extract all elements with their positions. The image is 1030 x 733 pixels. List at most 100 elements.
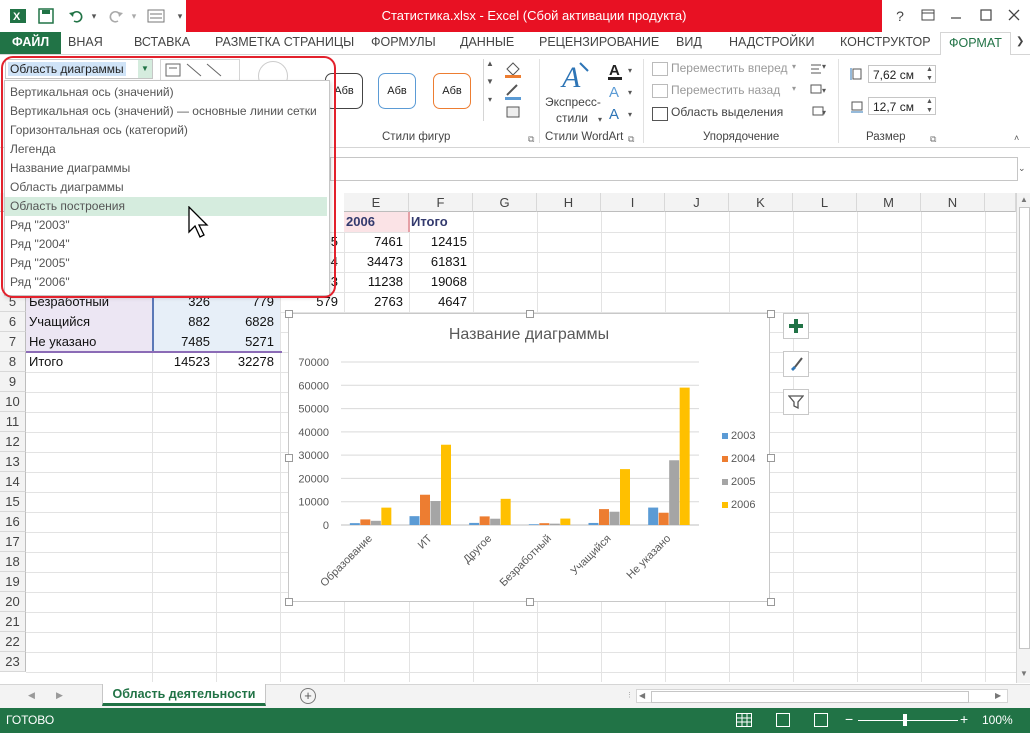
cell-value[interactable]: 6828 [216, 312, 280, 332]
column-header[interactable]: G [473, 193, 537, 212]
redo-dropdown-icon[interactable]: ▾ [124, 6, 144, 26]
vertical-scrollbar[interactable]: ▲ ▼ [1016, 193, 1030, 683]
resize-handle[interactable] [526, 598, 534, 606]
height-spinner-icon[interactable]: ▲ ▼ [926, 65, 933, 83]
column-header[interactable]: H [537, 193, 601, 212]
normal-view-icon[interactable] [736, 713, 752, 727]
formula-input[interactable] [330, 157, 1018, 181]
column-header[interactable]: I [601, 193, 665, 212]
row-header[interactable]: 19 [0, 572, 26, 592]
cell-value[interactable]: 7485 [152, 332, 216, 352]
resize-handle[interactable] [285, 598, 293, 606]
horizontal-scrollbar[interactable]: ◀ ▶ [636, 689, 1008, 703]
wordart-launcher-icon[interactable]: ⧉ [628, 134, 634, 145]
maximize-icon[interactable] [976, 6, 996, 26]
resize-handle[interactable] [767, 454, 775, 462]
tab-file[interactable]: ФАЙЛ [0, 32, 62, 54]
hscroll-divider-icon[interactable]: ⋮ [626, 691, 633, 699]
row-header[interactable]: 22 [0, 632, 26, 652]
resize-handle[interactable] [767, 598, 775, 606]
collapse-ribbon-icon[interactable]: ˄ [1014, 133, 1019, 143]
shape-style-3[interactable]: Абв [433, 73, 471, 109]
cell-label[interactable]: Не указано [29, 332, 151, 352]
row-header[interactable]: 20 [0, 592, 26, 612]
tab-page-layout[interactable]: РАЗМЕТКА СТРАНИЦЫ [215, 32, 354, 54]
resize-handle[interactable] [285, 454, 293, 462]
zoom-slider[interactable] [858, 720, 958, 721]
zoom-slider-thumb[interactable] [903, 714, 907, 726]
send-backward-chevron-icon[interactable]: ▾ [792, 84, 796, 93]
column-header[interactable] [985, 193, 1016, 212]
cell-value[interactable]: 14523 [152, 352, 216, 372]
column-header[interactable]: E [344, 193, 409, 212]
chart-area[interactable]: Название диаграммы 0 10000 20000 30000 40000… [288, 313, 770, 602]
row-header[interactable]: 9 [0, 372, 26, 392]
undo-dropdown-icon[interactable]: ▾ [84, 6, 104, 26]
scroll-right-icon[interactable]: ▶ [995, 691, 1001, 700]
column-header[interactable]: J [665, 193, 729, 212]
ribbon-display-icon[interactable] [918, 6, 938, 26]
horizontal-scroll-thumb[interactable] [651, 691, 969, 703]
shape-fill-icon[interactable] [503, 59, 523, 79]
cell-label[interactable]: Учащийся [29, 312, 151, 332]
tab-data[interactable]: ДАННЫЕ [460, 32, 514, 54]
tab-format[interactable]: ФОРМАТ [940, 32, 1011, 56]
selection-pane-button[interactable]: Область выделения [671, 105, 783, 119]
bring-forward-button[interactable]: Переместить вперед [671, 61, 787, 75]
vertical-scroll-thumb[interactable] [1019, 207, 1030, 649]
tab-insert[interactable]: ВСТАВКА [134, 32, 190, 54]
cell-f3[interactable]: 12415 [409, 232, 473, 252]
resize-handle[interactable] [767, 310, 775, 318]
quick-styles-icon[interactable]: A [558, 59, 594, 95]
column-header[interactable]: N [921, 193, 985, 212]
zoom-out-button[interactable]: − [845, 711, 853, 727]
save-icon[interactable] [36, 6, 56, 26]
row-header[interactable]: 16 [0, 512, 26, 532]
align-icons[interactable]: ▾ ▾ ▾ [808, 59, 830, 125]
tab-addins[interactable]: НАДСТРОЙКИ [729, 32, 815, 54]
quick-styles-label-2[interactable]: стили [556, 111, 588, 125]
cell-e3[interactable]: 7461 [344, 232, 409, 252]
tab-formulas[interactable]: ФОРМУЛЫ [371, 32, 436, 54]
column-header[interactable]: L [793, 193, 857, 212]
cell-f2[interactable]: Итого [411, 212, 473, 232]
cell-e5[interactable]: 11238 [344, 272, 409, 292]
chart-plot-svg[interactable]: 0 10000 20000 30000 40000 50000 60000 70000 Обра… [289, 314, 769, 601]
cell-value[interactable]: 882 [152, 312, 216, 332]
row-header[interactable]: 17 [0, 532, 26, 552]
zoom-level[interactable]: 100% [982, 713, 1013, 727]
shape-outline-icon[interactable] [503, 81, 523, 101]
cell-value[interactable]: 2763 [344, 292, 409, 312]
size-launcher-icon[interactable]: ⧉ [930, 134, 936, 145]
row-header[interactable]: 21 [0, 612, 26, 632]
close-icon[interactable] [1004, 6, 1024, 26]
sheet-nav-prev-icon[interactable]: ◀ [28, 690, 35, 701]
sheet-tab-active[interactable]: Область деятельности [102, 684, 266, 706]
help-icon[interactable]: ? [890, 6, 910, 26]
dialog-launcher-icon[interactable]: ⧉ [528, 134, 534, 145]
cell-f5[interactable]: 19068 [409, 272, 473, 292]
cell-value[interactable]: 32278 [216, 352, 280, 372]
row-header[interactable]: 10 [0, 392, 26, 412]
row-header[interactable]: 14 [0, 472, 26, 492]
send-backward-button[interactable]: Переместить назад [671, 83, 780, 97]
resize-handle[interactable] [526, 310, 534, 318]
row-header[interactable]: 11 [0, 412, 26, 432]
row-header[interactable]: 7 [0, 332, 26, 352]
cell-value[interactable]: 5271 [216, 332, 280, 352]
undo-icon[interactable] [66, 6, 86, 26]
tab-design[interactable]: КОНСТРУКТОР [840, 32, 931, 54]
expand-formula-icon[interactable]: ⌄ [1018, 163, 1026, 174]
tab-view[interactable]: ВИД [676, 32, 702, 54]
bring-forward-chevron-icon[interactable]: ▾ [792, 62, 796, 71]
chart-filters-button[interactable] [783, 389, 809, 415]
row-header[interactable]: 13 [0, 452, 26, 472]
sheet-nav-next-icon[interactable]: ▶ [56, 690, 63, 701]
row-header[interactable]: 8 [0, 352, 26, 372]
quick-styles-label[interactable]: Экспресс- [545, 95, 601, 109]
tab-scroll-right-icon[interactable]: ❯ [1016, 32, 1024, 54]
add-sheet-button[interactable]: + [300, 688, 316, 704]
minimize-icon[interactable] [946, 6, 966, 26]
column-header[interactable]: F [409, 193, 473, 212]
quick-styles-chevron-icon[interactable]: ▾ [598, 115, 602, 124]
